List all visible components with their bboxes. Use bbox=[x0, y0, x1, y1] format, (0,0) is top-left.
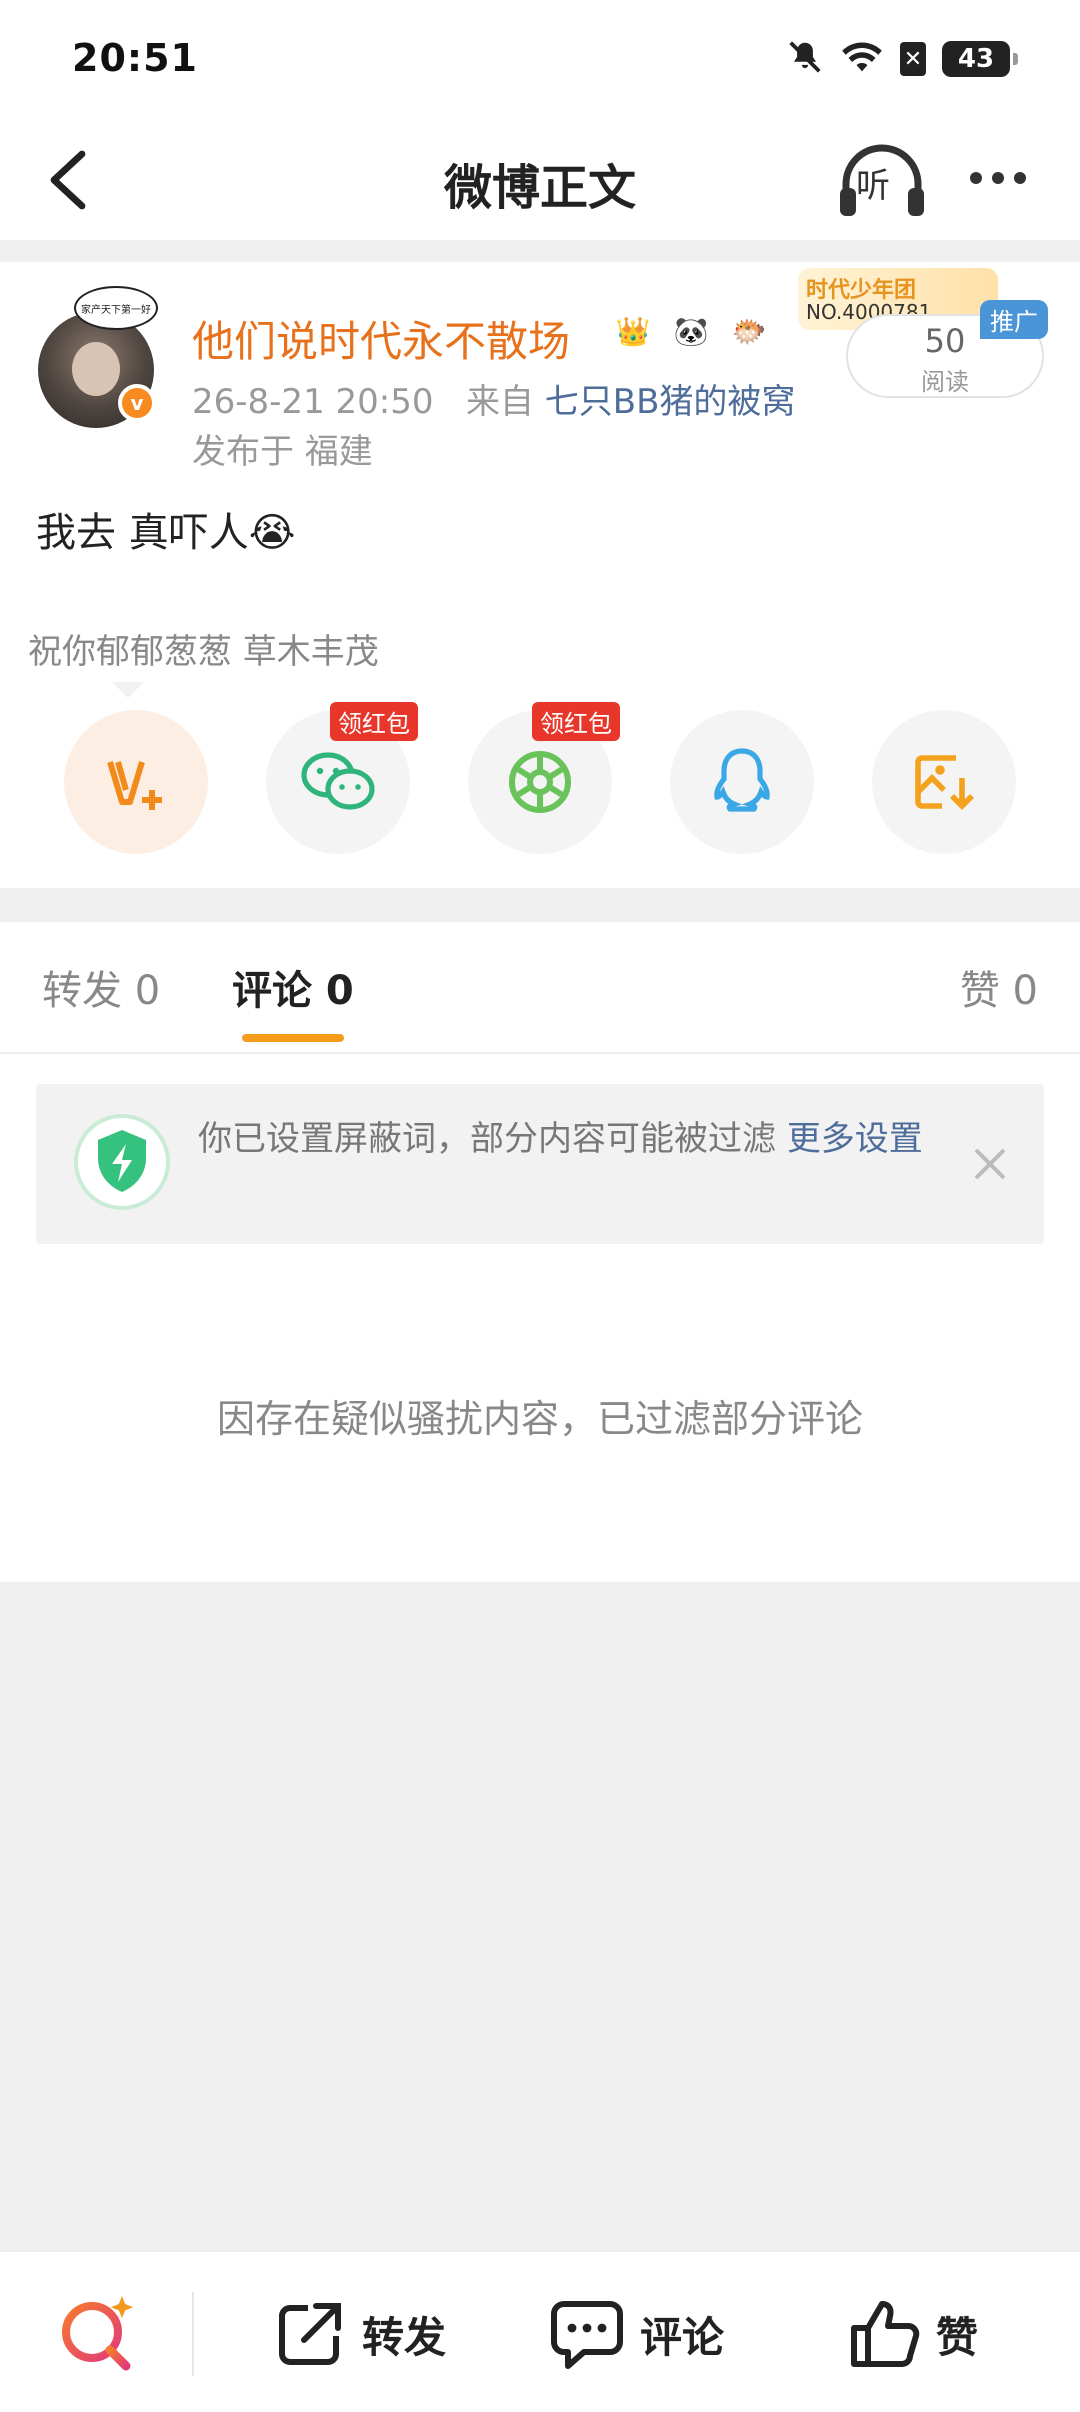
divider bbox=[0, 1052, 1080, 1054]
fish-badge-icon[interactable]: 🐡 bbox=[724, 306, 774, 356]
post-source-link[interactable]: 七只BB猪的被窝 bbox=[545, 382, 796, 422]
share-arrow-icon bbox=[279, 2303, 341, 2365]
divider bbox=[192, 2292, 194, 2376]
battery-icon: 43 bbox=[942, 41, 1018, 77]
qq-penguin-icon bbox=[714, 748, 770, 812]
like-label: 赞 bbox=[936, 2312, 979, 2362]
image-download-icon bbox=[915, 755, 974, 810]
more-settings-link[interactable]: 更多设置 bbox=[787, 1119, 923, 1159]
post-card: 家产天下第一好 v 他们说时代永不散场 👑 🐼 🐡 时代少年团 NO.40007… bbox=[0, 262, 1080, 888]
avatar-face bbox=[72, 342, 120, 396]
status-icons: ✕ 43 bbox=[786, 38, 1018, 80]
search-sparkle-icon bbox=[62, 2296, 134, 2371]
red-packet-tag: 领红包 bbox=[330, 702, 418, 741]
more-dot bbox=[970, 172, 982, 184]
post-timestamp: 26-8-21 20:50 bbox=[192, 382, 434, 422]
nav-bar: 微博正文 听 bbox=[0, 120, 1080, 240]
post-location: 发布于 福建 bbox=[192, 432, 373, 472]
share-weibo-button[interactable] bbox=[64, 710, 208, 854]
tab-like[interactable]: 赞 0 bbox=[960, 958, 1038, 1016]
filter-banner: 你已设置屏蔽词，部分内容可能被过滤 更多设置 bbox=[36, 1084, 1044, 1244]
listen-label: 听 bbox=[856, 166, 890, 206]
crown-badge-icon[interactable]: 👑 bbox=[608, 306, 658, 356]
repost-button[interactable]: 转发 bbox=[272, 2292, 446, 2376]
share-qq-button[interactable] bbox=[670, 710, 814, 854]
close-banner-button[interactable] bbox=[968, 1142, 1012, 1186]
post-meta: 26-8-21 20:50 来自 七只BB猪的被窝 bbox=[192, 374, 795, 423]
wechat-icon bbox=[301, 752, 375, 810]
close-icon bbox=[974, 1148, 1006, 1180]
filtered-comments-note: 因存在疑似骚扰内容，已过滤部分评论 bbox=[216, 1397, 863, 1441]
promo-tag: 推广 bbox=[980, 300, 1048, 339]
post-text: 我去 真吓人😭 bbox=[36, 510, 296, 556]
user-signature: 祝你郁郁葱葱 草木丰茂 bbox=[28, 632, 379, 672]
read-label: 阅读 bbox=[921, 368, 969, 396]
panda-badge-icon[interactable]: 🐼 bbox=[666, 306, 716, 356]
share-row: 领红包 领红包 bbox=[0, 702, 1080, 860]
repost-label: 转发 bbox=[362, 2312, 447, 2362]
red-packet-tag: 领红包 bbox=[532, 702, 620, 741]
save-image-button[interactable] bbox=[872, 710, 1016, 854]
more-button[interactable] bbox=[960, 148, 1036, 208]
share-wechat-button[interactable]: 领红包 bbox=[266, 702, 418, 854]
source-prefix: 来自 bbox=[465, 382, 534, 422]
filter-banner-text: 你已设置屏蔽词，部分内容可能被过滤 更多设置 bbox=[198, 1114, 938, 1164]
filter-banner-message: 你已设置屏蔽词，部分内容可能被过滤 bbox=[198, 1119, 787, 1159]
share-moments-button[interactable]: 领红包 bbox=[468, 702, 620, 854]
thumbs-up-icon bbox=[851, 2301, 920, 2367]
bottom-action-bar: 转发 评论 赞 bbox=[0, 2250, 1080, 2412]
status-time: 20:51 bbox=[72, 36, 198, 80]
comment-bubble-icon bbox=[551, 2301, 623, 2369]
like-button[interactable]: 赞 bbox=[846, 2292, 978, 2376]
comment-label: 评论 bbox=[640, 2312, 725, 2362]
comment-button[interactable]: 评论 bbox=[548, 2292, 724, 2376]
username[interactable]: 他们说时代永不散场 bbox=[192, 308, 570, 369]
more-dot bbox=[992, 172, 1004, 184]
moments-aperture-icon bbox=[509, 751, 571, 813]
mute-bell-icon bbox=[786, 38, 824, 80]
tab-repost[interactable]: 转发 0 bbox=[42, 958, 160, 1016]
weibo-vplus-icon bbox=[107, 761, 162, 810]
comments-section: 转发 0 评论 0 赞 0 你已设置屏蔽词，部分内容可能被过滤 更多设置 因存在… bbox=[0, 922, 1080, 1582]
no-sim-icon: ✕ bbox=[900, 42, 926, 76]
shield-icon bbox=[72, 1112, 172, 1212]
more-dot bbox=[1014, 172, 1026, 184]
avatar-speech-bubble: 家产天下第一好 bbox=[74, 286, 158, 330]
user-badges: 👑 🐼 🐡 bbox=[608, 306, 774, 356]
status-bar: 20:51 ✕ 43 bbox=[0, 0, 1080, 120]
smart-search-button[interactable] bbox=[56, 2290, 140, 2374]
active-tab-indicator bbox=[242, 1034, 344, 1042]
wifi-icon bbox=[840, 39, 884, 79]
listen-button[interactable]: 听 bbox=[834, 140, 930, 220]
tab-comment[interactable]: 评论 0 bbox=[232, 958, 354, 1016]
verified-v-icon: v bbox=[118, 384, 156, 422]
tooltip-pointer bbox=[112, 682, 144, 698]
